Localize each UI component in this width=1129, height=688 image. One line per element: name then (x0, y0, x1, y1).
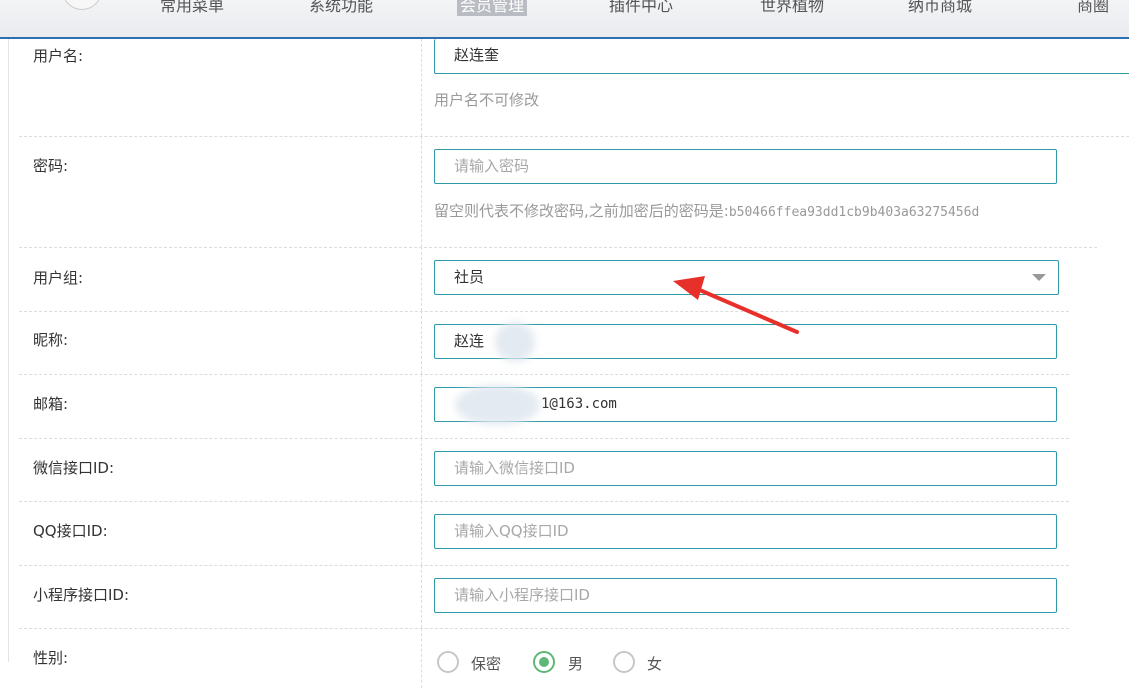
row-qq: QQ接口ID: 请输入QQ接口ID (19, 501, 1069, 566)
gender-label: 性别: (33, 649, 69, 667)
nav-item-common-menu[interactable]: 常用菜单 (160, 0, 224, 16)
row-divider (421, 247, 422, 311)
gender-option-female: 女 (647, 655, 663, 673)
nickname-label: 昵称: (33, 331, 69, 349)
member-edit-form: 用户名: 赵连奎 用户名不可修改 密码: 请输入密码 留空则代表不修改密码,之前… (19, 39, 1129, 688)
gender-radio-male[interactable] (533, 651, 555, 673)
row-divider (421, 628, 422, 688)
gender-radio-female[interactable] (613, 651, 635, 673)
password-input[interactable]: 请输入密码 (434, 149, 1057, 184)
group-select[interactable]: 社员 (434, 260, 1059, 295)
privacy-blur (495, 322, 535, 362)
row-email: 邮箱: 1@163.com (19, 374, 1069, 439)
password-hint: 留空则代表不修改密码,之前加密后的密码是:b50466ffea93dd1cb9b… (434, 200, 979, 221)
row-group: 用户组: 社员 (19, 247, 1069, 312)
miniprogram-label: 小程序接口ID: (33, 586, 130, 604)
username-label: 用户名: (33, 47, 84, 65)
chevron-down-icon (1032, 274, 1046, 281)
password-hash: b50466ffea93dd1cb9b403a63275456d (728, 205, 980, 220)
row-divider (421, 39, 422, 136)
miniprogram-id-input[interactable]: 请输入小程序接口ID (434, 578, 1057, 613)
row-divider (421, 374, 422, 438)
nav-item-plugins[interactable]: 插件中心 (609, 0, 673, 16)
row-divider (421, 501, 422, 565)
row-nickname: 昵称: 赵连 (19, 311, 1069, 375)
username-field: 赵连奎 (434, 39, 1129, 74)
privacy-blur (455, 385, 540, 425)
row-divider (421, 438, 422, 501)
top-nav: 常用菜单 系统功能 会员管理 插件中心 世界植物 纳币商城 商圈 (0, 0, 1129, 39)
logo (62, 0, 102, 10)
nav-item-system[interactable]: 系统功能 (309, 0, 373, 16)
row-miniprogram: 小程序接口ID: 请输入小程序接口ID (19, 565, 1069, 629)
gender-option-male: 男 (568, 655, 584, 673)
row-divider (421, 311, 422, 374)
username-hint: 用户名不可修改 (434, 91, 540, 109)
nav-item-shop[interactable]: 纳币商城 (908, 0, 972, 16)
gender-radio-secret[interactable] (437, 651, 459, 673)
row-divider (421, 565, 422, 628)
row-wechat: 微信接口ID: 请输入微信接口ID (19, 438, 1069, 502)
row-divider (421, 136, 422, 247)
qq-id-input[interactable]: 请输入QQ接口ID (434, 514, 1057, 549)
left-divider (8, 39, 9, 662)
nav-item-business[interactable]: 商圈 (1077, 0, 1109, 16)
wechat-label: 微信接口ID: (33, 459, 115, 477)
password-label: 密码: (33, 157, 69, 175)
nav-item-plants[interactable]: 世界植物 (760, 0, 824, 16)
group-label: 用户组: (33, 269, 84, 287)
row-gender: 性别: 保密 男 女 (19, 628, 1069, 688)
row-password: 密码: 请输入密码 留空则代表不修改密码,之前加密后的密码是:b50466ffe… (19, 136, 1097, 248)
email-label: 邮箱: (33, 395, 69, 413)
nav-item-members[interactable]: 会员管理 (457, 0, 528, 16)
wechat-id-input[interactable]: 请输入微信接口ID (434, 451, 1057, 486)
group-selected-value: 社员 (454, 268, 485, 286)
password-hint-text: 留空则代表不修改密码,之前加密后的密码是: (434, 202, 729, 220)
qq-label: QQ接口ID: (33, 522, 108, 540)
row-username: 用户名: 赵连奎 用户名不可修改 (19, 39, 1129, 137)
gender-option-secret: 保密 (471, 655, 502, 673)
